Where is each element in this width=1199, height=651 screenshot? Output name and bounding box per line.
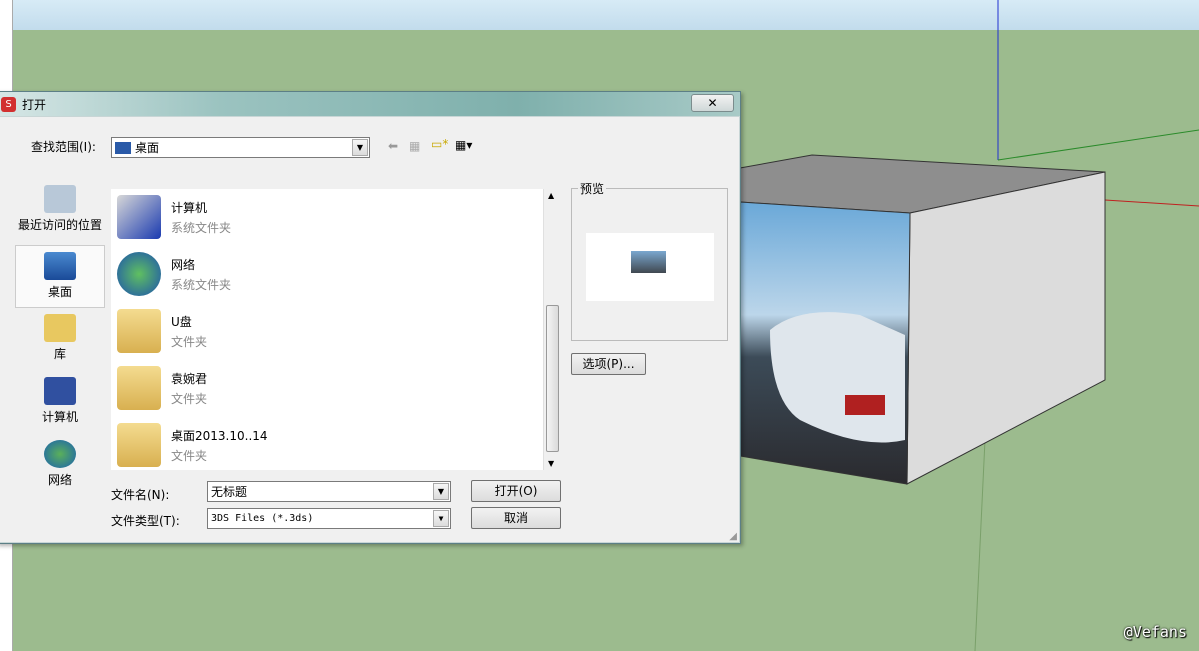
look-in-value: 桌面 [135,141,160,155]
desktop-icon [44,252,76,280]
options-button[interactable]: 选项(P)... [571,353,646,375]
folder-icon [117,423,161,467]
open-file-dialog: S 打开 ✕ 查找范围(I): 桌面 ▼ ⬅ ▦ ▭* ▦▾ 最近访问的位置 桌… [0,91,741,544]
place-library[interactable]: 库 [15,308,105,371]
computer-icon [44,377,76,405]
computer-icon [117,195,161,239]
place-label: 桌面 [47,285,72,299]
folder-icon [117,309,161,353]
preview-image [631,251,666,273]
desktop-icon [115,141,131,154]
place-network[interactable]: 网络 [15,434,105,497]
network-icon [117,252,161,296]
place-label: 计算机 [41,410,78,424]
new-folder-icon[interactable]: ▭* [431,137,448,151]
places-bar: 最近访问的位置 桌面 库 计算机 网络 [15,185,105,497]
filename-label: 文件名(N): [111,488,170,502]
resize-grip-icon[interactable]: ◢ [729,531,737,542]
network-icon [44,440,76,468]
preview-group: 预览 [571,180,728,341]
filetype-label: 文件类型(T): [111,514,180,528]
back-arrow-icon[interactable]: ⬅ [388,139,398,153]
filetype-select[interactable]: 3DS Files (*.3ds) ▼ [207,508,451,529]
file-item[interactable]: 网络 系统文件夹 [117,248,231,300]
file-name: 计算机 [171,200,208,215]
file-list[interactable]: 计算机 系统文件夹 网络 系统文件夹 U盘 文件夹 袁婉君 文件夹 桌面2013.10.… [111,189,543,470]
chevron-down-icon[interactable]: ▼ [433,510,449,527]
file-type: 系统文件夹 [171,277,232,292]
file-type: 文件夹 [171,334,208,349]
look-in-label: 查找范围(I): [31,140,96,154]
box-side-face [906,171,1106,485]
file-item[interactable]: 桌面2013.10..14 文件夹 [117,419,268,471]
place-label: 库 [53,347,66,361]
car-taillight [845,395,885,415]
filetype-value: 3DS Files (*.3ds) [211,513,314,524]
scroll-up-icon[interactable]: ▲ [548,191,554,200]
guide-line [974,439,986,651]
file-type: 文件夹 [171,391,208,406]
cancel-button[interactable]: 取消 [471,507,561,529]
file-type: 文件夹 [171,448,208,463]
filename-value: 无标题 [211,485,248,499]
chevron-down-icon[interactable]: ▼ [352,139,368,156]
title-bar[interactable]: S 打开 ✕ [0,92,740,116]
chevron-down-icon[interactable]: ▼ [433,483,449,500]
scrollbar-thumb[interactable] [546,305,559,452]
preview-label: 预览 [578,180,607,197]
place-label: 网络 [47,473,72,487]
scroll-down-icon[interactable]: ▼ [548,459,554,468]
green-axis [997,129,1199,161]
preview-thumbnail [586,233,714,301]
file-name: 网络 [171,257,196,272]
file-item[interactable]: 计算机 系统文件夹 [117,191,231,243]
place-recent[interactable]: 最近访问的位置 [15,185,105,245]
filename-input[interactable]: 无标题 ▼ [207,481,451,502]
open-button[interactable]: 打开(O) [471,480,561,502]
library-icon [44,314,76,342]
dialog-title: 打开 [22,97,47,112]
folder-icon [117,366,161,410]
file-name: U盘 [171,314,192,329]
place-desktop[interactable]: 桌面 [15,245,105,308]
file-name: 袁婉君 [171,371,208,386]
file-item[interactable]: 袁婉君 文件夹 [117,362,207,414]
recent-places-icon [44,185,76,213]
file-name: 桌面2013.10..14 [171,428,268,443]
file-list-scrollbar[interactable]: ▲ ▼ [543,189,560,470]
sketchup-app-icon: S [1,96,16,112]
place-computer[interactable]: 计算机 [15,371,105,434]
red-axis [1104,199,1199,207]
look-in-combo[interactable]: 桌面 ▼ [111,137,370,158]
watermark: @Vefans [1123,623,1187,641]
up-folder-icon[interactable]: ▦ [409,139,420,153]
place-label: 最近访问的位置 [17,218,102,232]
file-item[interactable]: U盘文件夹 [117,305,207,357]
close-button[interactable]: ✕ [691,94,734,112]
view-menu-icon[interactable]: ▦▾ [455,138,472,152]
file-type: 系统文件夹 [171,220,232,235]
